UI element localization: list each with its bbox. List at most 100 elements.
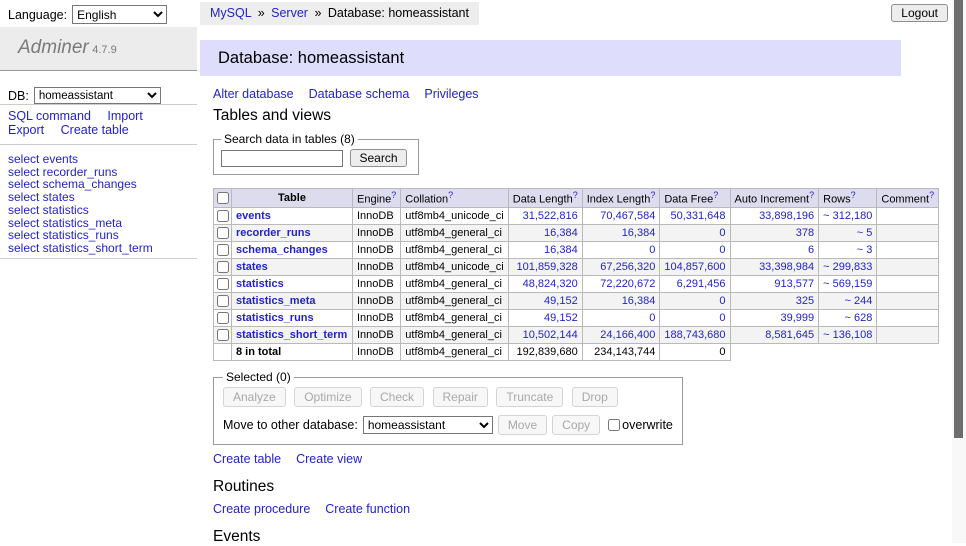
row-checkbox[interactable] <box>217 312 229 324</box>
sidebar-create-table-link[interactable]: Create table <box>61 123 129 137</box>
row-checkbox[interactable] <box>217 244 229 256</box>
db-select[interactable]: homeassistant <box>34 87 161 104</box>
sidebar-item-select-statistics[interactable]: select statistics <box>8 204 153 217</box>
routines-heading: Routines <box>213 478 274 496</box>
data-free-cell: 188,743,680 <box>660 326 730 343</box>
index-length-cell: 72,220,672 <box>582 275 660 292</box>
database-links: Alter database Database schema Privilege… <box>213 87 479 101</box>
data-free-cell: 0 <box>660 241 730 258</box>
table-link-recorder-runs[interactable]: recorder_runs <box>236 227 311 239</box>
row-checkbox[interactable] <box>217 329 229 341</box>
overwrite-label: overwrite <box>622 418 673 432</box>
auto-increment-cell: 378 <box>730 224 819 241</box>
total-data-length: 192,839,680 <box>508 343 582 360</box>
help-link[interactable]: ? <box>851 190 856 200</box>
scrollbar[interactable] <box>952 0 966 543</box>
move-database-select[interactable]: homeassistant <box>363 416 493 434</box>
table-link-schema-changes[interactable]: schema_changes <box>236 244 328 256</box>
language-bar: Language: English <box>8 5 167 24</box>
help-link[interactable]: ? <box>929 190 934 200</box>
selected-fieldset: Selected (0) Analyze Optimize Check Repa… <box>213 370 683 445</box>
overwrite-checkbox[interactable] <box>608 419 620 431</box>
row-checkbox[interactable] <box>217 261 229 273</box>
sidebar-item-select-statistics-short-term[interactable]: select statistics_short_term <box>8 242 153 255</box>
column-header-comment: Comment? <box>877 189 939 208</box>
row-checkbox[interactable] <box>217 227 229 239</box>
language-select[interactable]: English <box>72 5 167 24</box>
scrollbar-thumb[interactable] <box>954 0 963 438</box>
help-link[interactable]: ? <box>809 190 814 200</box>
privileges-link[interactable]: Privileges <box>424 87 478 101</box>
help-link[interactable]: ? <box>650 190 655 200</box>
table-row: statistics_runs InnoDB utf8mb4_general_c… <box>214 309 939 326</box>
table-link-statistics-meta[interactable]: statistics_meta <box>236 295 316 307</box>
sidebar-actions: SQL command Import Export Create table <box>8 110 156 137</box>
create-function-link[interactable]: Create function <box>325 502 410 516</box>
collation-cell: utf8mb4_general_ci <box>401 309 508 326</box>
engine-cell: InnoDB <box>353 326 401 343</box>
breadcrumb-mysql-link[interactable]: MySQL <box>210 6 251 20</box>
app-name: Adminer <box>18 37 89 58</box>
select-all-checkbox[interactable] <box>217 192 229 204</box>
collation-cell: utf8mb4_general_ci <box>401 241 508 258</box>
table-link-statistics-short-term[interactable]: statistics_short_term <box>236 329 347 341</box>
data-free-cell: 0 <box>660 292 730 309</box>
help-link[interactable]: ? <box>391 190 396 200</box>
collation-cell: utf8mb4_general_ci <box>401 224 508 241</box>
help-link[interactable]: ? <box>573 190 578 200</box>
data-length-cell: 49,152 <box>508 309 582 326</box>
rows-cell: ~ 299,833 <box>819 258 877 275</box>
data-length-cell: 49,152 <box>508 292 582 309</box>
table-row: statistics InnoDB utf8mb4_general_ci 48,… <box>214 275 939 292</box>
engine-cell: InnoDB <box>353 224 401 241</box>
data-length-cell: 16,384 <box>508 241 582 258</box>
analyze-button: Analyze <box>223 387 286 407</box>
table-row: statistics_short_term InnoDB utf8mb4_gen… <box>214 326 939 343</box>
search-fieldset: Search data in tables (8) Search <box>213 132 419 175</box>
sidebar-item-select-states[interactable]: select states <box>8 191 153 204</box>
total-empty-cell <box>214 343 232 360</box>
total-data-free: 0 <box>660 343 730 360</box>
search-input[interactable] <box>221 150 343 167</box>
routine-links: Create procedure Create function <box>213 502 410 516</box>
column-header-auto-increment: Auto Increment? <box>730 189 819 208</box>
row-checkbox[interactable] <box>217 210 229 222</box>
alter-database-link[interactable]: Alter database <box>213 87 294 101</box>
db-label: DB: <box>8 89 29 103</box>
sidebar-item-select-events[interactable]: select events <box>8 153 153 166</box>
logout-button[interactable]: Logout <box>891 4 948 22</box>
search-button[interactable]: Search <box>350 149 406 167</box>
rows-cell: ~ 569,159 <box>819 275 877 292</box>
total-index-length: 234,143,744 <box>582 343 660 360</box>
create-table-link[interactable]: Create table <box>213 452 281 466</box>
help-link[interactable]: ? <box>713 190 718 200</box>
sidebar-table-list: select events select recorder_runs selec… <box>8 153 153 255</box>
help-link[interactable]: ? <box>448 190 453 200</box>
move-label: Move to other database: <box>223 418 358 432</box>
index-length-cell: 70,467,584 <box>582 207 660 224</box>
comment-cell <box>877 309 939 326</box>
column-header-index-length: Index Length? <box>582 189 660 208</box>
table-link-statistics[interactable]: statistics <box>236 278 284 290</box>
auto-increment-cell: 325 <box>730 292 819 309</box>
create-view-link[interactable]: Create view <box>296 452 362 466</box>
search-legend: Search data in tables (8) <box>221 132 358 146</box>
row-checkbox[interactable] <box>217 278 229 290</box>
breadcrumb-server-link[interactable]: Server <box>271 6 308 20</box>
sidebar-sql-command-link[interactable]: SQL command <box>8 109 91 123</box>
create-procedure-link[interactable]: Create procedure <box>213 502 310 516</box>
total-label: 8 in total <box>232 343 353 360</box>
sidebar-divider <box>0 144 197 145</box>
page-title: Database: homeassistant <box>200 40 901 76</box>
table-link-statistics-runs[interactable]: statistics_runs <box>236 312 314 324</box>
sidebar-import-link[interactable]: Import <box>107 109 142 123</box>
row-checkbox[interactable] <box>217 295 229 307</box>
table-row: states InnoDB utf8mb4_unicode_ci 101,859… <box>214 258 939 275</box>
table-link-events[interactable]: events <box>236 210 271 222</box>
auto-increment-cell: 8,581,645 <box>730 326 819 343</box>
data-free-cell: 0 <box>660 309 730 326</box>
table-link-states[interactable]: states <box>236 261 268 273</box>
database-schema-link[interactable]: Database schema <box>309 87 410 101</box>
tables-overview: Table Engine? Collation? Data Length? In… <box>213 188 939 361</box>
sidebar-export-link[interactable]: Export <box>8 123 44 137</box>
